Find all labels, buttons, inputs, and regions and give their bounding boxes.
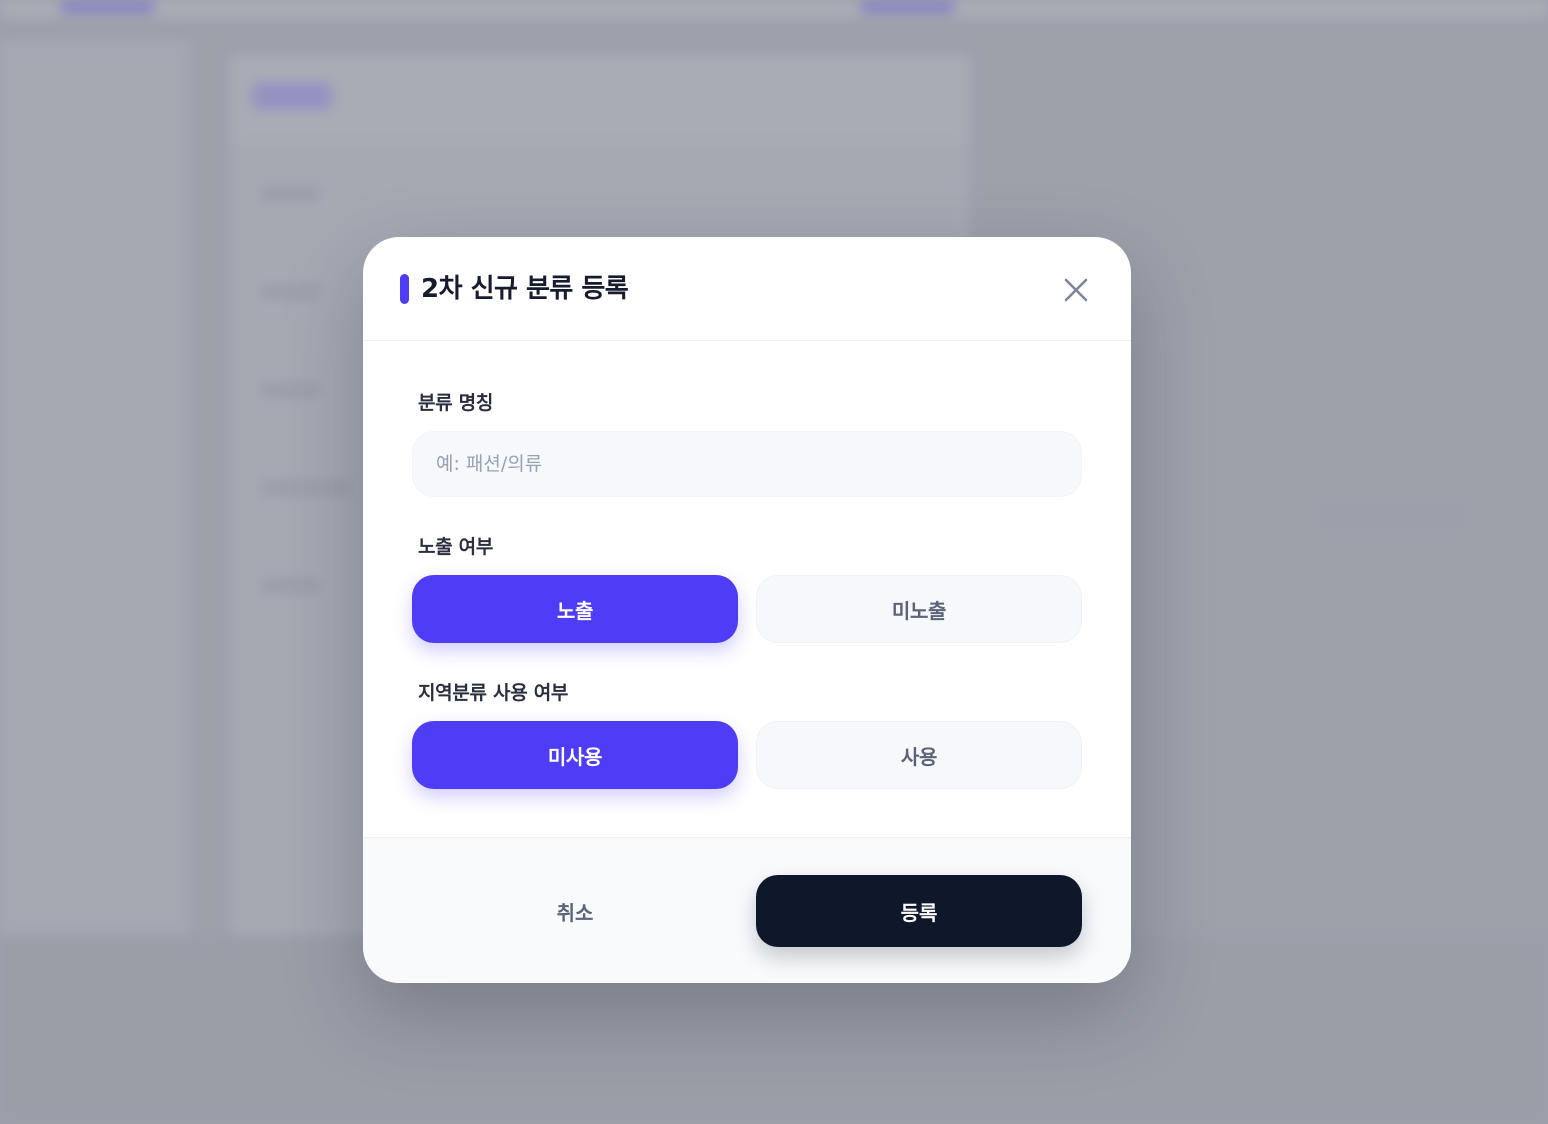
submit-button[interactable]: 등록 xyxy=(756,875,1082,947)
visibility-option-hide[interactable]: 미노출 xyxy=(756,575,1082,643)
modal-header: 2차 신규 분류 등록 xyxy=(363,237,1131,341)
cancel-button[interactable]: 취소 xyxy=(412,875,738,947)
visibility-option-show[interactable]: 노출 xyxy=(412,575,738,643)
region-category-label: 지역분류 사용 여부 xyxy=(418,682,569,704)
close-button[interactable] xyxy=(1051,265,1101,315)
close-icon xyxy=(1064,278,1088,302)
title-accent-bar xyxy=(400,274,409,304)
modal-footer: 취소 등록 xyxy=(363,837,1131,983)
category-name-label: 분류 명칭 xyxy=(418,392,494,414)
region-option-used[interactable]: 사용 xyxy=(756,721,1082,789)
modal-title: 2차 신규 분류 등록 xyxy=(421,274,629,304)
category-name-input[interactable] xyxy=(412,431,1082,497)
register-category-modal: 2차 신규 분류 등록 분류 명칭 노출 여부 노출 미노출 지역분류 사용 여… xyxy=(363,237,1131,983)
region-option-unused[interactable]: 미사용 xyxy=(412,721,738,789)
visibility-label: 노출 여부 xyxy=(418,536,494,558)
